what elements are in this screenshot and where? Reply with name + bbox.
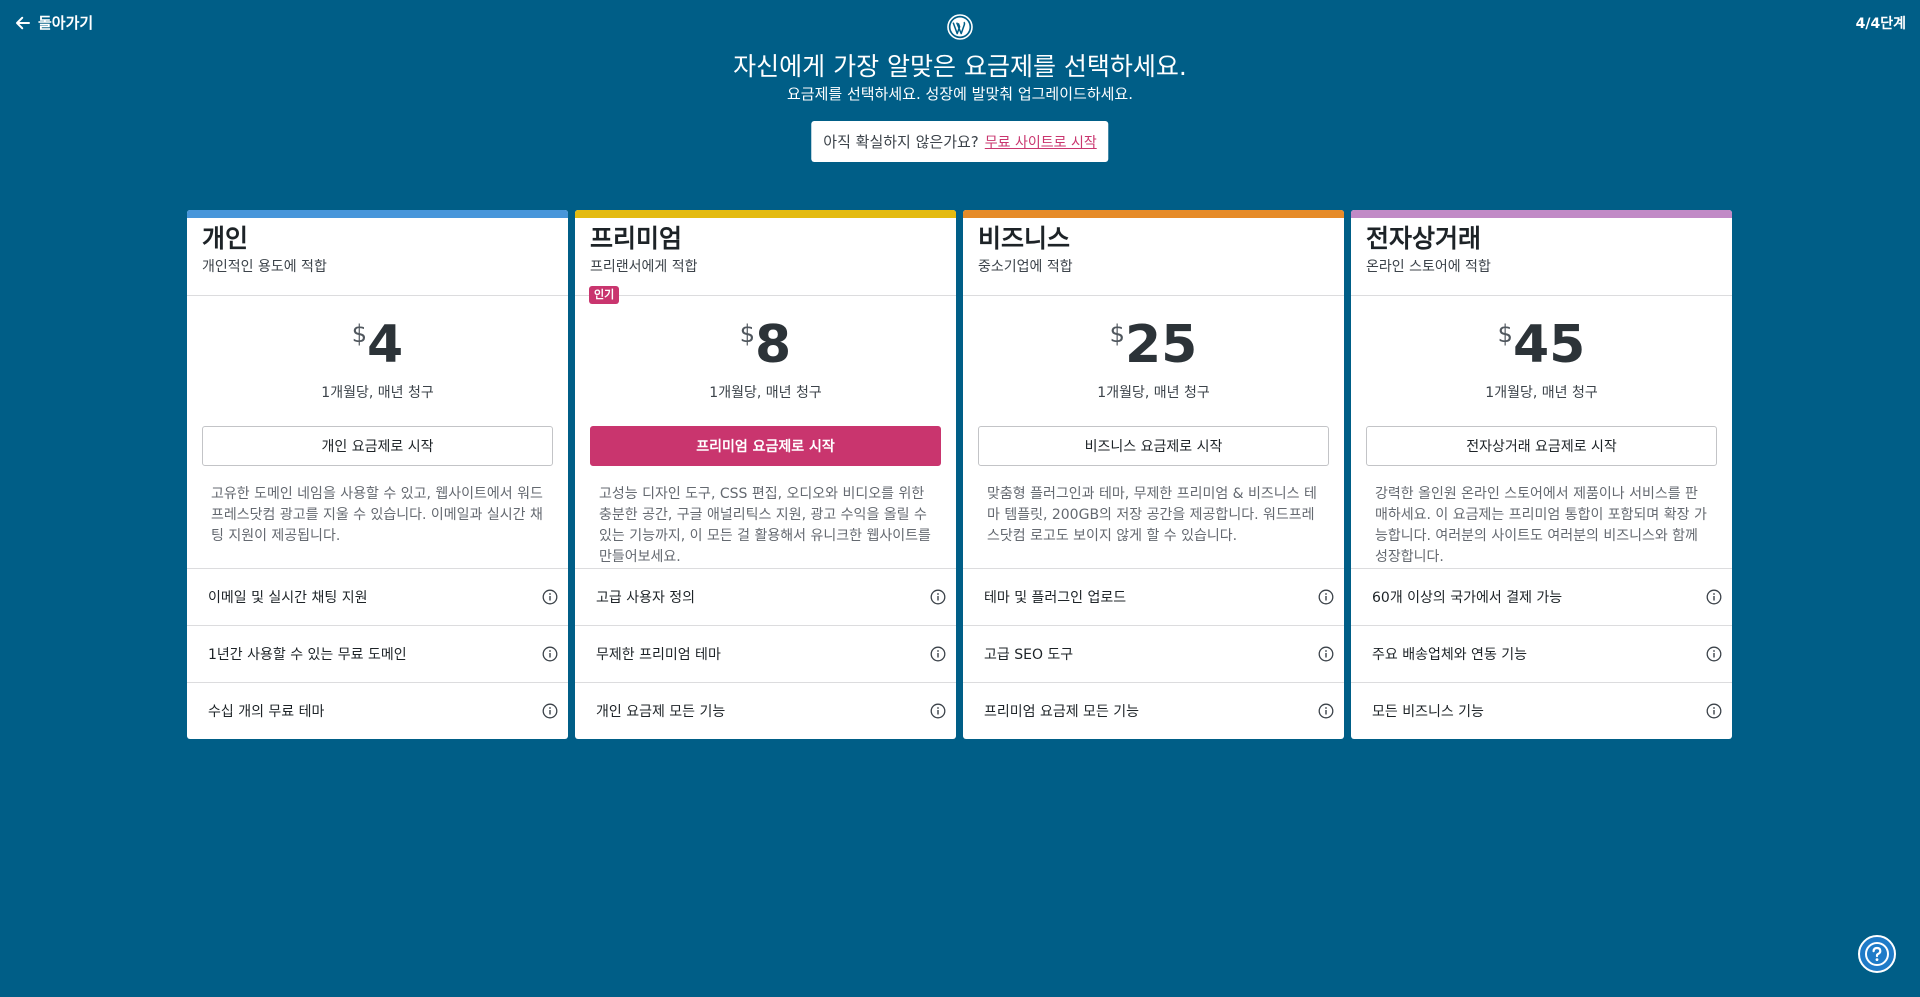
- help-icon: [1865, 942, 1889, 966]
- info-icon[interactable]: [1318, 589, 1334, 605]
- page-title: 자신에게 가장 알맞은 요금제를 선택하세요.: [733, 52, 1187, 81]
- feature-row: 테마 및 플러그인 업로드: [963, 568, 1344, 625]
- plan-accent-bar: [575, 210, 956, 218]
- feature-row: 무제한 프리미엄 테마: [575, 625, 956, 682]
- feature-label: 1년간 사용할 수 있는 무료 도메인: [208, 647, 407, 663]
- plan-name: 프리미엄: [590, 224, 683, 253]
- feature-row: 60개 이상의 국가에서 결제 가능: [1351, 568, 1732, 625]
- feature-label: 프리미엄 요금제 모든 기능: [984, 704, 1140, 720]
- feature-label: 모든 비즈니스 기능: [1372, 704, 1484, 720]
- plan-price: $45: [1351, 316, 1732, 374]
- plan-description: 맞춤형 플러그인과 테마, 무제한 프리미엄 & 비즈니스 테마 템플릿, 20…: [987, 486, 1317, 544]
- start-personal-button[interactable]: 개인 요금제로 시작: [202, 426, 553, 466]
- feature-row: 고급 사용자 정의: [575, 568, 956, 625]
- currency-symbol: $: [739, 320, 756, 348]
- info-icon[interactable]: [930, 589, 946, 605]
- plan-name: 전자상거래: [1366, 224, 1482, 253]
- start-ecommerce-button[interactable]: 전자상거래 요금제로 시작: [1366, 426, 1717, 466]
- help-button[interactable]: [1858, 935, 1896, 973]
- billing-period: 1개월당, 매년 청구: [1097, 385, 1210, 401]
- price-amount: 25: [1124, 315, 1198, 375]
- feature-label: 이메일 및 실시간 채팅 지원: [208, 590, 368, 606]
- billing-period: 1개월당, 매년 청구: [321, 385, 434, 401]
- feature-list: 60개 이상의 국가에서 결제 가능 주요 배송업체와 연동 기능 모든 비즈니…: [1351, 568, 1732, 739]
- feature-row: 프리미엄 요금제 모든 기능: [963, 682, 1344, 739]
- start-business-button[interactable]: 비즈니스 요금제로 시작: [978, 426, 1329, 466]
- plan-tagline: 중소기업에 적합: [978, 259, 1073, 275]
- free-plan-notice: 아직 확실하지 않은가요? 무료 사이트로 시작: [811, 121, 1109, 162]
- plan-tagline: 온라인 스토어에 적합: [1366, 259, 1491, 275]
- feature-label: 무제한 프리미엄 테마: [596, 647, 721, 663]
- feature-label: 수십 개의 무료 테마: [208, 704, 325, 720]
- info-icon[interactable]: [542, 589, 558, 605]
- popular-badge: 인기: [589, 286, 620, 304]
- billing-period: 1개월당, 매년 청구: [709, 385, 822, 401]
- plan-card-business: 비즈니스 중소기업에 적합 $25 1개월당, 매년 청구 비즈니스 요금제로 …: [963, 210, 1344, 739]
- plan-tagline: 프리랜서에게 적합: [590, 259, 698, 275]
- info-icon[interactable]: [1706, 703, 1722, 719]
- currency-symbol: $: [351, 320, 368, 348]
- info-icon[interactable]: [542, 703, 558, 719]
- start-premium-button[interactable]: 프리미엄 요금제로 시작: [590, 426, 941, 466]
- feature-list: 테마 및 플러그인 업로드 고급 SEO 도구 프리미엄 요금제 모든 기능: [963, 568, 1344, 739]
- billing-period: 1개월당, 매년 청구: [1485, 385, 1598, 401]
- info-icon[interactable]: [930, 646, 946, 662]
- plan-description: 고유한 도메인 네임을 사용할 수 있고, 웹사이트에서 워드프레스닷컴 광고를…: [211, 486, 543, 544]
- feature-row: 개인 요금제 모든 기능: [575, 682, 956, 739]
- feature-label: 테마 및 플러그인 업로드: [984, 590, 1127, 606]
- info-icon[interactable]: [1706, 589, 1722, 605]
- feature-list: 고급 사용자 정의 무제한 프리미엄 테마 개인 요금제 모든 기능: [575, 568, 956, 739]
- plans-grid: 개인 개인적인 용도에 적합 $4 1개월당, 매년 청구 개인 요금제로 시작…: [187, 210, 1732, 739]
- info-icon[interactable]: [1318, 703, 1334, 719]
- feature-row: 모든 비즈니스 기능: [1351, 682, 1732, 739]
- plan-accent-bar: [1351, 210, 1732, 218]
- plan-description: 고성능 디자인 도구, CSS 편집, 오디오와 비디오를 위한 충분한 공간,…: [599, 486, 931, 565]
- plan-price: $4: [187, 316, 568, 374]
- plan-name: 개인: [202, 224, 249, 253]
- price-amount: 4: [367, 315, 404, 375]
- feature-label: 고급 SEO 도구: [984, 647, 1074, 663]
- feature-label: 고급 사용자 정의: [596, 590, 696, 606]
- plan-description: 강력한 올인원 온라인 스토어에서 제품이나 서비스를 판매하세요. 이 요금제…: [1375, 486, 1707, 565]
- page-subtitle: 요금제를 선택하세요. 성장에 발맞춰 업그레이드하세요.: [786, 85, 1133, 103]
- info-icon[interactable]: [542, 646, 558, 662]
- plan-card-premium: 프리미엄 프리랜서에게 적합 인기 $8 1개월당, 매년 청구 프리미엄 요금…: [575, 210, 956, 739]
- info-icon[interactable]: [1318, 646, 1334, 662]
- plan-price: $8: [575, 316, 956, 374]
- price-amount: 8: [755, 315, 792, 375]
- feature-row: 수십 개의 무료 테마: [187, 682, 568, 739]
- plan-price: $25: [963, 316, 1344, 374]
- notice-text: 아직 확실하지 않은가요?: [823, 133, 979, 151]
- plan-accent-bar: [187, 210, 568, 218]
- plan-accent-bar: [963, 210, 1344, 218]
- free-site-link[interactable]: 무료 사이트로 시작: [985, 132, 1097, 152]
- wordpress-logo: [947, 14, 973, 40]
- feature-label: 주요 배송업체와 연동 기능: [1372, 647, 1528, 663]
- feature-label: 개인 요금제 모든 기능: [596, 704, 726, 720]
- feature-row: 이메일 및 실시간 채팅 지원: [187, 568, 568, 625]
- currency-symbol: $: [1497, 320, 1513, 348]
- info-icon[interactable]: [1706, 646, 1722, 662]
- plan-card-ecommerce: 전자상거래 온라인 스토어에 적합 $45 1개월당, 매년 청구 전자상거래 …: [1351, 210, 1732, 739]
- info-icon[interactable]: [930, 703, 946, 719]
- price-amount: 45: [1512, 315, 1586, 375]
- feature-label: 60개 이상의 국가에서 결제 가능: [1372, 590, 1563, 606]
- feature-row: 고급 SEO 도구: [963, 625, 1344, 682]
- feature-row: 1년간 사용할 수 있는 무료 도메인: [187, 625, 568, 682]
- feature-list: 이메일 및 실시간 채팅 지원 1년간 사용할 수 있는 무료 도메인 수십 개…: [187, 568, 568, 739]
- plan-card-personal: 개인 개인적인 용도에 적합 $4 1개월당, 매년 청구 개인 요금제로 시작…: [187, 210, 568, 739]
- header: 자신에게 가장 알맞은 요금제를 선택하세요. 요금제를 선택하세요. 성장에 …: [0, 14, 1920, 104]
- plan-name: 비즈니스: [978, 224, 1071, 253]
- plan-tagline: 개인적인 용도에 적합: [202, 259, 327, 275]
- feature-row: 주요 배송업체와 연동 기능: [1351, 625, 1732, 682]
- currency-symbol: $: [1109, 320, 1125, 348]
